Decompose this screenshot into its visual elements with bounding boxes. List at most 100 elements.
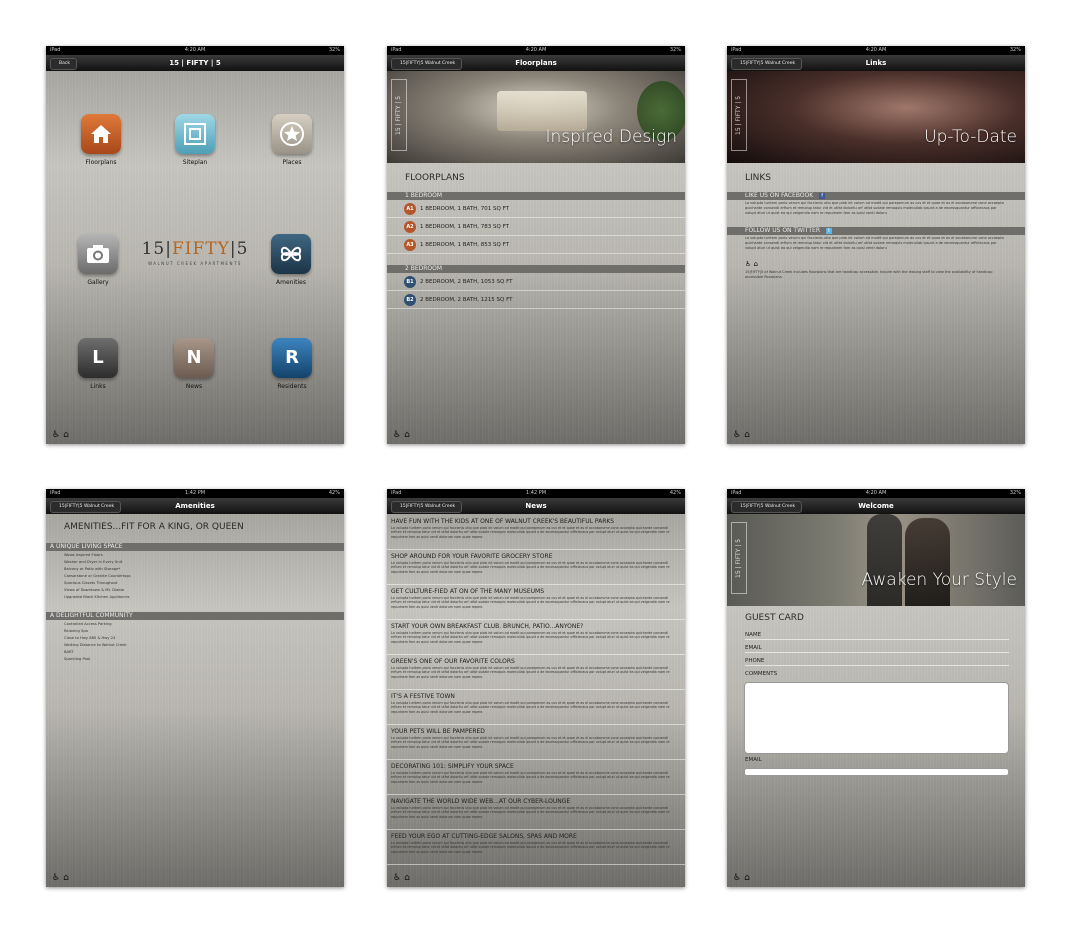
- app-links[interactable]: L Links: [76, 338, 120, 390]
- siteplan-icon: [175, 114, 215, 154]
- floorplans-screen: iPad 4:20 AM 32% Floorplans 15|FIFTY|5 W…: [387, 46, 685, 444]
- news-item[interactable]: SHOP AROUND FOR YOUR FAVORITE GROCERY ST…: [387, 550, 685, 585]
- name-field[interactable]: NAME: [745, 627, 1009, 640]
- news-headline: HAVE FUN WITH THE KIDS AT ONE OF WALNUT …: [391, 518, 615, 525]
- app-siteplan[interactable]: Siteplan: [173, 114, 217, 166]
- app-residents[interactable]: R Residents: [270, 338, 314, 390]
- news-item[interactable]: START YOUR OWN BREAKFAST CLUB. BRUNCH, P…: [387, 620, 685, 655]
- hero-image: 15 | FIFTY | 5 Awaken Your Style: [727, 514, 1025, 606]
- group-band: 2 BEDROOM: [387, 265, 685, 273]
- floorplan-row-b2[interactable]: B2 2 BEDROOM, 2 BATH, 1215 SQ FT: [387, 292, 685, 309]
- wheelchair-icon: ♿: [745, 260, 752, 268]
- back-button[interactable]: 15|FIFTY|5 Walnut Creek: [731, 501, 803, 513]
- status-bar: iPad 1:42 PM 42%: [387, 489, 685, 498]
- app-places[interactable]: Places: [270, 114, 314, 166]
- facebook-link[interactable]: LIKE US ON FACEBOOK f: [727, 192, 1025, 200]
- list-item: Caesarstone or Granite Countertops: [64, 574, 131, 578]
- app-amenities[interactable]: Amenities: [269, 234, 313, 286]
- app-floorplans[interactable]: Floorplans: [79, 114, 123, 166]
- section-title: FLOORPLANS: [405, 173, 465, 183]
- floorplan-badge: A3: [404, 239, 416, 251]
- twitter-link[interactable]: FOLLOW US ON TWITTER t: [727, 227, 1025, 235]
- list-item: BART: [64, 650, 74, 654]
- news-item[interactable]: HAVE FUN WITH THE KIDS AT ONE OF WALNUT …: [387, 515, 685, 550]
- back-button[interactable]: Back: [50, 58, 77, 70]
- hero-image: 15 | FIFTY | 5 Inspired Design: [387, 71, 685, 163]
- nav-bar: Welcome 15|FIFTY|5 Walnut Creek: [727, 498, 1025, 514]
- wheelchair-icon: ♿: [52, 430, 61, 440]
- news-headline: IT'S A FESTIVE TOWN: [391, 693, 455, 700]
- nav-bar: Links 15|FIFTY|5 Walnut Creek: [727, 55, 1025, 71]
- news-headline: START YOUR OWN BREAKFAST CLUB. BRUNCH, P…: [391, 623, 584, 630]
- news-item[interactable]: DECORATING 101: SIMPLIFY YOUR SPACE Lo v…: [387, 760, 685, 795]
- news-headline: GREEN'S ONE OF OUR FAVORITE COLORS: [391, 658, 515, 665]
- residents-letter-icon: R: [272, 338, 312, 378]
- equal-housing-icon: ⌂: [744, 873, 750, 883]
- news-headline: DECORATING 101: SIMPLIFY YOUR SPACE: [391, 763, 514, 770]
- status-bar: iPad 4:20 AM 32%: [387, 46, 685, 55]
- equal-housing-icon: ⌂: [404, 430, 410, 440]
- floorplan-text: 1 BEDROOM, 1 BATH, 701 SQ FT: [420, 206, 510, 212]
- news-body: Lo volupta turitem porio verum qui facci…: [391, 806, 670, 819]
- floorplan-badge: A1: [404, 203, 416, 215]
- app-label: News: [185, 383, 203, 390]
- accessibility-note: 15|FIFTY|5 of Walnut Creek includes floo…: [745, 270, 993, 279]
- hero-logo: 15 | FIFTY | 5: [391, 79, 407, 151]
- news-item[interactable]: GET CULTURE-FIED AT ON OF THE MANY MUSEU…: [387, 585, 685, 620]
- links-screen: iPad 4:20 AM 32% Links 15|FIFTY|5 Walnut…: [727, 46, 1025, 444]
- news-headline: NAVIGATE THE WORLD WIDE WEB...AT OUR CYB…: [391, 798, 571, 805]
- app-label: Gallery: [87, 279, 109, 286]
- back-button[interactable]: 15|FIFTY|5 Walnut Creek: [391, 58, 463, 70]
- battery: 32%: [328, 47, 340, 53]
- app-news[interactable]: N News: [172, 338, 216, 390]
- comments-textarea[interactable]: [744, 682, 1009, 754]
- news-body: Lo volupta turitem porio verum qui facci…: [391, 771, 670, 784]
- twitter-label: FOLLOW US ON TWITTER: [745, 227, 820, 234]
- equal-housing-icon: ⌂: [404, 873, 410, 883]
- news-headline: SHOP AROUND FOR YOUR FAVORITE GROCERY ST…: [391, 553, 553, 560]
- hero-caption: Up-To-Date: [924, 127, 1017, 147]
- news-item[interactable]: GREEN'S ONE OF OUR FAVORITE COLORS Lo vo…: [387, 655, 685, 690]
- back-button[interactable]: 15|FIFTY|5 Walnut Creek: [731, 58, 803, 70]
- news-screen: iPad 1:42 PM 42% News 15|FIFTY|5 Walnut …: [387, 489, 685, 887]
- news-item[interactable]: IT'S A FESTIVE TOWN Lo volupta turitem p…: [387, 690, 685, 725]
- floorplan-row-a2[interactable]: A2 1 BEDROOM, 1 BATH, 783 SQ FT: [387, 219, 685, 236]
- news-item[interactable]: FEED YOUR EGO AT CUTTING-EDGE SALONS, SP…: [387, 830, 685, 865]
- list-item: Washer and Dryer in Every Unit: [64, 560, 123, 564]
- email-field[interactable]: EMAIL: [745, 640, 1009, 653]
- facebook-text: Lo volupta turitem porio verum qui facci…: [745, 201, 1004, 215]
- floorplan-row-b1[interactable]: B1 2 BEDROOM, 2 BATH, 1053 SQ FT: [387, 274, 685, 291]
- hero-logo-text: 15 | FIFTY | 5: [395, 95, 402, 135]
- news-item[interactable]: NAVIGATE THE WORLD WIDE WEB...AT OUR CYB…: [387, 795, 685, 830]
- back-button[interactable]: 15|FIFTY|5 Walnut Creek: [391, 501, 463, 513]
- twitter-text: Lo volupta turitem porio verum qui facci…: [745, 236, 1004, 250]
- equal-housing-icon: ⌂: [63, 430, 69, 440]
- floorplan-text: 1 BEDROOM, 1 BATH, 853 SQ FT: [420, 242, 510, 248]
- bed-photo: [497, 91, 587, 131]
- clock: 1:42 PM: [184, 490, 206, 496]
- app-label: Amenities: [276, 279, 306, 286]
- nav-bar: News 15|FIFTY|5 Walnut Creek: [387, 498, 685, 514]
- email2-input[interactable]: [744, 768, 1009, 776]
- news-body: Lo volupta turitem porio verum qui facci…: [391, 701, 670, 714]
- person-photo: [867, 514, 902, 606]
- list-item: Views of Downtown & Mt. Diablo: [64, 588, 125, 592]
- phone-field[interactable]: PHONE: [745, 653, 1009, 666]
- wheelchair-icon: ♿: [733, 430, 742, 440]
- news-item[interactable]: YOUR PETS WILL BE PAMPERED Lo volupta tu…: [387, 725, 685, 760]
- hero-caption: Awaken Your Style: [861, 570, 1017, 590]
- floorplan-row-a1[interactable]: A1 1 BEDROOM, 1 BATH, 701 SQ FT: [387, 201, 685, 218]
- status-bar: iPad 4:20 AM 32%: [727, 489, 1025, 498]
- app-gallery[interactable]: Gallery: [76, 234, 120, 286]
- battery: 42%: [328, 490, 340, 496]
- list-item: Wood-Inspired Floors: [64, 553, 103, 557]
- group-band: A DELIGHTFUL COMMUNITY: [46, 612, 344, 620]
- floorplan-badge: A2: [404, 221, 416, 233]
- floorplan-row-a3[interactable]: A3 1 BEDROOM, 1 BATH, 853 SQ FT: [387, 237, 685, 254]
- equal-housing-icon: ⌂: [63, 873, 69, 883]
- email2-label: EMAIL: [745, 757, 762, 763]
- list-item: Walking Distance to Walnut Creek: [64, 643, 127, 647]
- news-body: Lo volupta turitem porio verum qui facci…: [391, 526, 670, 539]
- comments-label: COMMENTS: [745, 671, 778, 677]
- back-button[interactable]: 15|FIFTY|5 Walnut Creek: [50, 501, 122, 513]
